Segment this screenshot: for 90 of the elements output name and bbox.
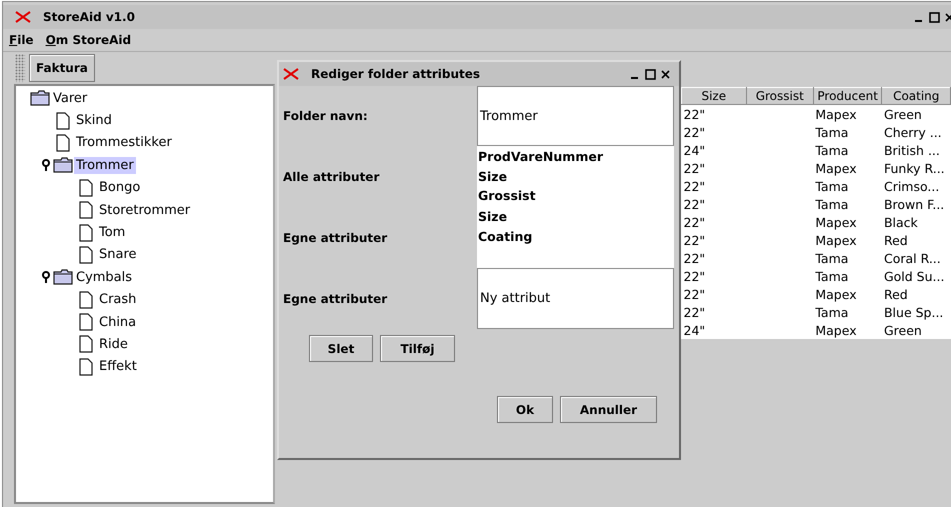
- dialog-button[interactable]: Slet: [309, 335, 373, 362]
- table-cell-text: 22": [682, 160, 706, 177]
- x-logo-icon: [283, 68, 299, 80]
- column-header[interactable]: Grossist: [746, 88, 814, 104]
- tree-item[interactable]: Snare: [97, 246, 139, 264]
- column-header[interactable]: Coating: [882, 88, 950, 104]
- table-cell-text: Tama: [814, 304, 850, 321]
- table-cell-text: 22": [682, 178, 706, 195]
- toolbar-grip[interactable]: [15, 54, 25, 82]
- maximize-icon[interactable]: [929, 11, 940, 23]
- table-cell-text: Tama: [814, 250, 850, 267]
- table-cell-text: Mapex: [814, 214, 858, 231]
- table-cell-text: Coral R...: [882, 250, 942, 267]
- table-cell-text: Black: [882, 214, 919, 231]
- table-cell-text: 22": [682, 268, 706, 285]
- table-cell-text: Tama: [814, 124, 850, 141]
- window-title: StoreAid v1.0: [43, 10, 135, 24]
- attribute-list[interactable]: ProdVareNummer Size Grossist: [477, 146, 674, 207]
- table-cell-text: Mapex: [814, 322, 858, 339]
- dialog-button[interactable]: Tilføj: [380, 335, 455, 362]
- tree-item[interactable]: China: [97, 314, 138, 331]
- table-cell-text: Tama: [814, 142, 850, 159]
- text-field[interactable]: Ny attribut: [477, 268, 674, 329]
- field-label: Alle attributer: [283, 170, 380, 184]
- table-cell-text: Red: [882, 286, 909, 303]
- close-icon[interactable]: [945, 11, 951, 23]
- folder-icon: [53, 156, 73, 174]
- table-cell-text: British ...: [882, 142, 941, 159]
- table-cell-text: Mapex: [814, 286, 858, 303]
- table-cell-text: Crimso...: [882, 178, 940, 195]
- dialog-button[interactable]: Annuller: [560, 396, 657, 423]
- table-cell: Mapex: [813, 104, 882, 123]
- table-cell-text: Tama: [814, 268, 850, 285]
- field-label: Folder navn:: [283, 109, 368, 123]
- table-cell-text: Cherry ...: [882, 124, 943, 141]
- tree-item[interactable]: Trommer: [74, 156, 136, 174]
- table-cell-text: Funky R...: [882, 160, 946, 177]
- table-cell-text: Blue Sp...: [882, 304, 944, 321]
- tree-item[interactable]: Bongo: [97, 179, 142, 196]
- table-cell: 22": [682, 104, 746, 123]
- table-cell-text: 22": [682, 196, 706, 213]
- field-label: Egne attributer: [283, 230, 388, 244]
- folder-icon: [53, 268, 73, 286]
- table-cell-text: 22": [682, 304, 706, 321]
- table-cell-text: Red: [882, 232, 909, 249]
- menu-item[interactable]: File: [9, 33, 34, 47]
- list-item[interactable]: ProdVareNummer: [478, 147, 674, 166]
- table-cell-text: Tama: [814, 178, 850, 195]
- list-item[interactable]: Grossist: [478, 186, 674, 206]
- tree-item[interactable]: Varer: [51, 90, 90, 107]
- tree-item[interactable]: Crash: [97, 291, 138, 308]
- table-cell-text: Mapex: [814, 160, 858, 177]
- table-cell-text: 22": [682, 250, 706, 267]
- tree-item[interactable]: Cymbals: [74, 268, 134, 286]
- table-cell-text: 22": [682, 214, 706, 231]
- list-item[interactable]: Size: [478, 207, 674, 226]
- table-cell: Green: [882, 104, 950, 123]
- column-header[interactable]: Producent: [813, 88, 882, 104]
- table-cell-text: 22": [682, 124, 706, 141]
- tree-item[interactable]: Tom: [97, 224, 128, 242]
- maximize-icon[interactable]: [645, 68, 656, 80]
- expanded-handle-icon[interactable]: [41, 158, 51, 172]
- toolbar-button[interactable]: Faktura: [29, 54, 95, 82]
- table-cell-text: 24": [682, 142, 706, 159]
- tree-item[interactable]: Trommestikker: [74, 134, 174, 152]
- folder-icon: [30, 89, 50, 108]
- list-item[interactable]: Coating: [478, 226, 674, 246]
- table-cell-text: 24": [682, 322, 706, 339]
- table-cell-text: Gold Su...: [882, 268, 946, 285]
- list-item[interactable]: Size: [478, 166, 674, 186]
- table-cell-text: Mapex: [814, 232, 858, 249]
- attribute-list[interactable]: Size Coating: [477, 207, 674, 268]
- table-cell-text: 22": [682, 286, 706, 303]
- dialog-button[interactable]: Ok: [497, 396, 553, 423]
- table-cell-text: Brown F...: [882, 196, 946, 213]
- x-logo-icon: [15, 11, 31, 23]
- dialog-title: Rediger folder attributes: [311, 67, 480, 81]
- table-cell-text: Tama: [814, 196, 850, 213]
- tree-item[interactable]: Ride: [97, 336, 130, 353]
- tree-item[interactable]: Skind: [74, 112, 114, 130]
- table-cell-text: 22": [682, 232, 706, 249]
- column-header[interactable]: Size: [682, 88, 746, 104]
- text-field[interactable]: Trommer: [477, 86, 674, 146]
- tree-item[interactable]: Storetrommer: [97, 202, 192, 219]
- close-icon[interactable]: [661, 68, 671, 80]
- menu-item[interactable]: Om StoreAid: [46, 33, 132, 47]
- expanded-handle-icon[interactable]: [41, 270, 51, 284]
- tree-item[interactable]: Effekt: [97, 358, 139, 376]
- field-label: Egne attributer: [283, 292, 388, 306]
- table-cell-text: Green: [882, 322, 923, 339]
